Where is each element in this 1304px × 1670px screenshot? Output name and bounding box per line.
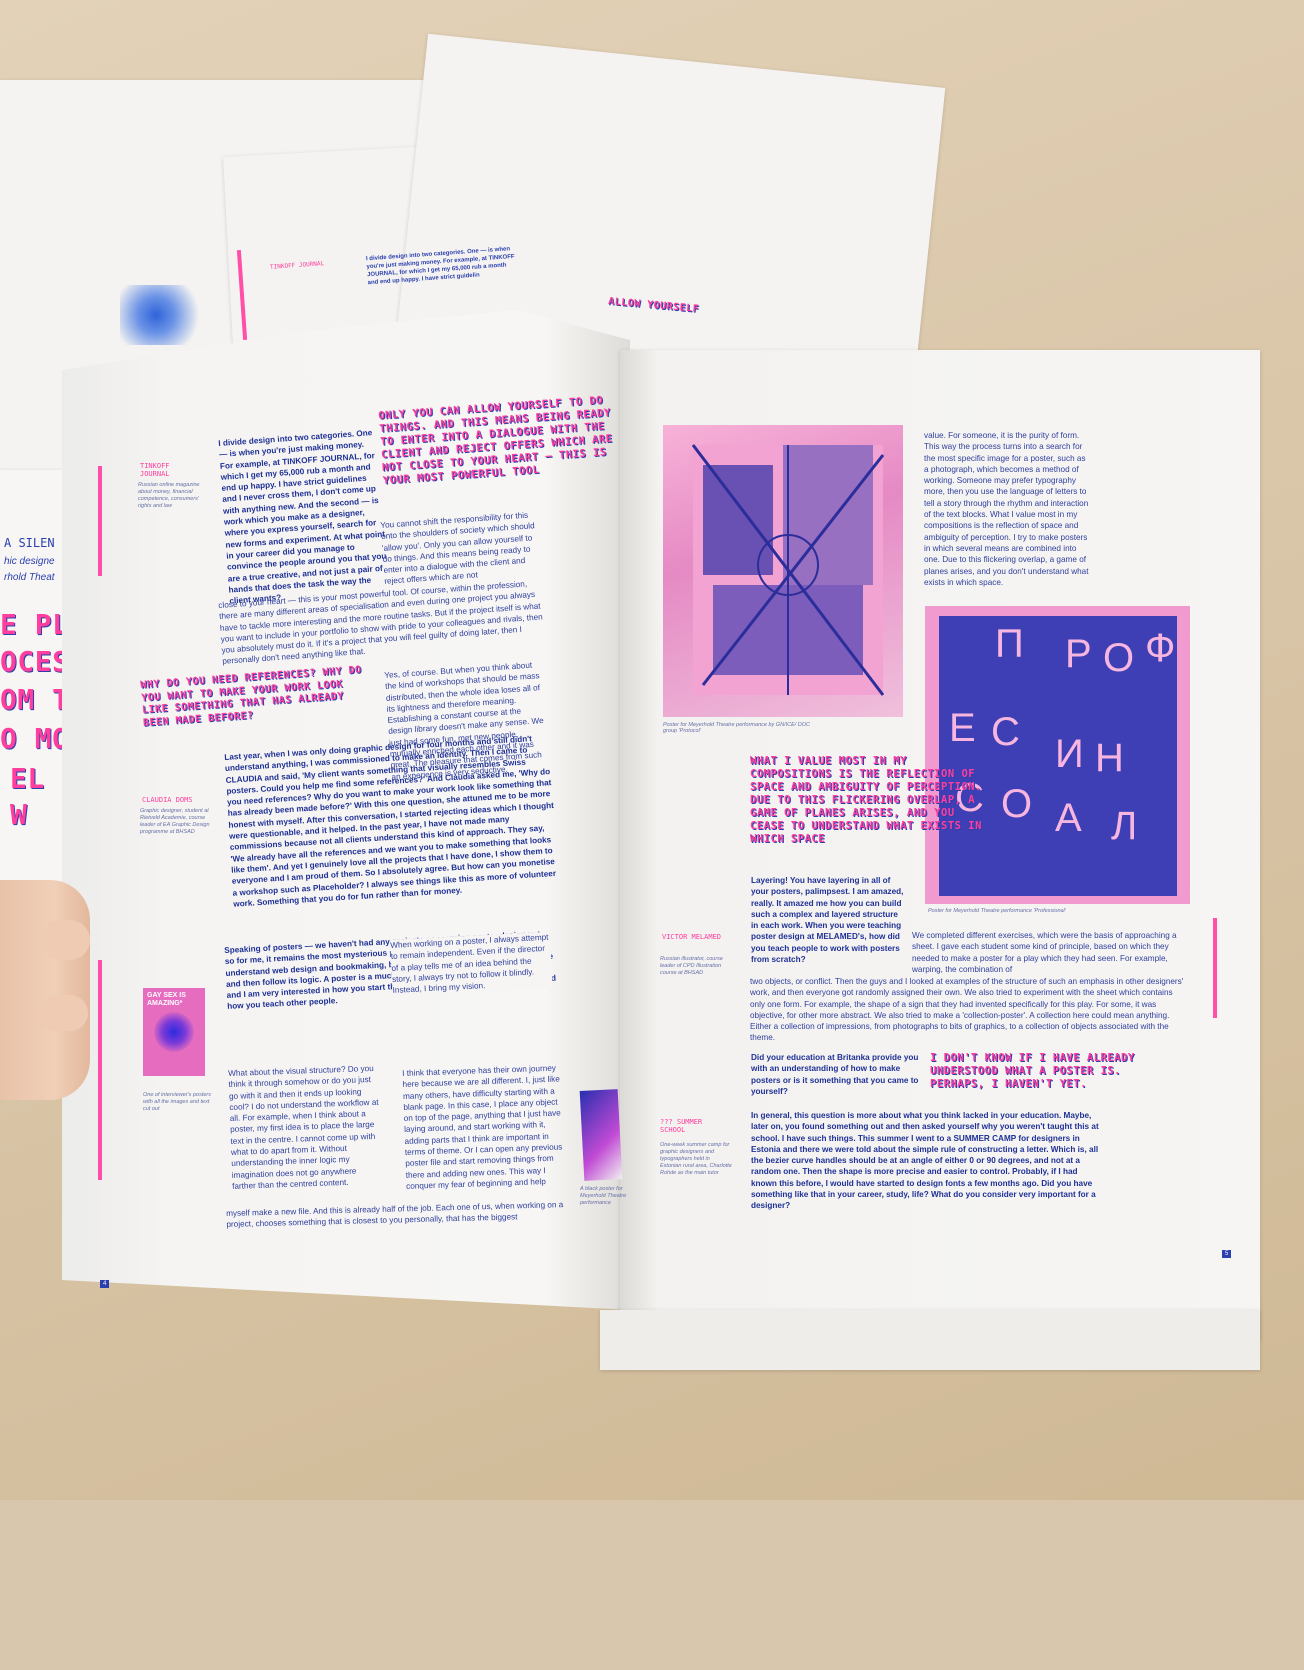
purity-text: value. For someone, it is the purity of … — [924, 431, 1089, 587]
side-note-melamed: Russian illustrator, course leader of CP… — [660, 956, 723, 976]
quote-value-most: What I value most in my compositions is … — [750, 755, 982, 845]
poster-thumbnail-caption: One of interviewer's posters with all th… — [143, 1092, 211, 1112]
poster-letter-12: О — [1001, 782, 1033, 826]
poster-letter-7: И — [1055, 732, 1084, 776]
right-page-number: 5 — [1222, 1250, 1232, 1258]
poster-thumbnail-title: GAY SEX IS AMAZING* — [147, 992, 186, 1007]
poster-letter-10: Л — [1111, 804, 1138, 848]
side-note-claudia: Graphic designer, student at Rietveld Ac… — [140, 808, 210, 835]
side-label-tinkoff: TINKOFF JOURNAL — [140, 462, 170, 478]
side-label-summer-school: ??? SUMMER SCHOOL — [660, 1118, 703, 1134]
side-label-melamed: VICTOR MELAMED — [662, 933, 722, 941]
bg-left-subtitle-1: hic designe — [4, 556, 55, 567]
bg-left-fragment-5: EL — [10, 762, 45, 795]
hand — [0, 880, 90, 1100]
under-page-edge — [600, 1310, 1260, 1370]
director-text: When working on a poster, I always attem… — [390, 931, 553, 997]
bg-blue-image — [120, 285, 210, 345]
hand-finger-1 — [40, 920, 90, 960]
poster-protocol-caption: Poster for Meyerhold Theatre performance… — [663, 722, 811, 734]
britanka-question: Did your education at Britanka provide y… — [751, 1053, 919, 1096]
answer-responsibility-a: You cannot shift the responsibility for … — [380, 510, 535, 587]
journey-text: I think that everyone has their own jour… — [402, 1063, 563, 1191]
right-pink-bar — [1213, 918, 1217, 1018]
poster-letter-3: О — [1103, 636, 1135, 680]
poster-letter-9: А — [1055, 796, 1082, 840]
summer-text: In general, this question is more about … — [751, 1111, 1099, 1211]
exercises-text: We completed different exercises, which … — [912, 931, 1177, 974]
bg-left-fragment-6: W — [10, 798, 28, 831]
visual-structure-text: What about the visual structure? Do you … — [228, 1063, 379, 1191]
poster-protocol-graphic — [691, 444, 885, 696]
quote-allow-yourself: Only you can allow yourself to do things… — [378, 394, 613, 487]
poster-letter-2: Р — [1065, 632, 1092, 676]
poster-letter-1: П — [995, 622, 1024, 666]
poster-professional-caption: Poster for Meyerhold Theatre performance… — [928, 908, 1066, 914]
objects-text: two objects, or conflict. Then the guys … — [750, 977, 1184, 1043]
poster-letter-4: Ф — [1145, 626, 1176, 670]
bg-left-subtitle-2: rhold Theat — [4, 572, 55, 583]
side-label-claudia: CLAUDIA DOMS — [142, 796, 193, 804]
poster-thumbnail-circle — [154, 1012, 194, 1052]
black-poster-caption: A black poster for Meyerhold Theatre per… — [580, 1186, 627, 1206]
poster-protocol — [663, 425, 903, 717]
black-poster-thumbnail — [579, 1089, 623, 1181]
poster-letter-6: С — [991, 710, 1020, 754]
left-pink-bar-2 — [98, 960, 102, 1180]
bg-left-name: A SILEN — [4, 536, 55, 550]
quote-dont-know: I don't know if I have already understoo… — [930, 1052, 1135, 1090]
poster-letter-5: Е — [949, 706, 976, 750]
side-note-tinkoff: Russian online magazine about money, fin… — [138, 482, 200, 509]
hand-finger-2 — [38, 995, 88, 1031]
claudia-text: Last year, when I was only doing graphic… — [224, 734, 557, 909]
poster-letter-8: Н — [1095, 736, 1124, 780]
poster-thumbnail: GAY SEX IS AMAZING* — [143, 988, 205, 1076]
left-pink-bar-1 — [98, 466, 102, 576]
side-note-summer-school: One-week summer camp for graphic designe… — [660, 1142, 732, 1176]
layering-text: Layering! You have layering in all of yo… — [751, 876, 904, 965]
intro-text: I divide design into two categories. One… — [218, 428, 387, 606]
left-page-number: 4 — [100, 1280, 110, 1288]
